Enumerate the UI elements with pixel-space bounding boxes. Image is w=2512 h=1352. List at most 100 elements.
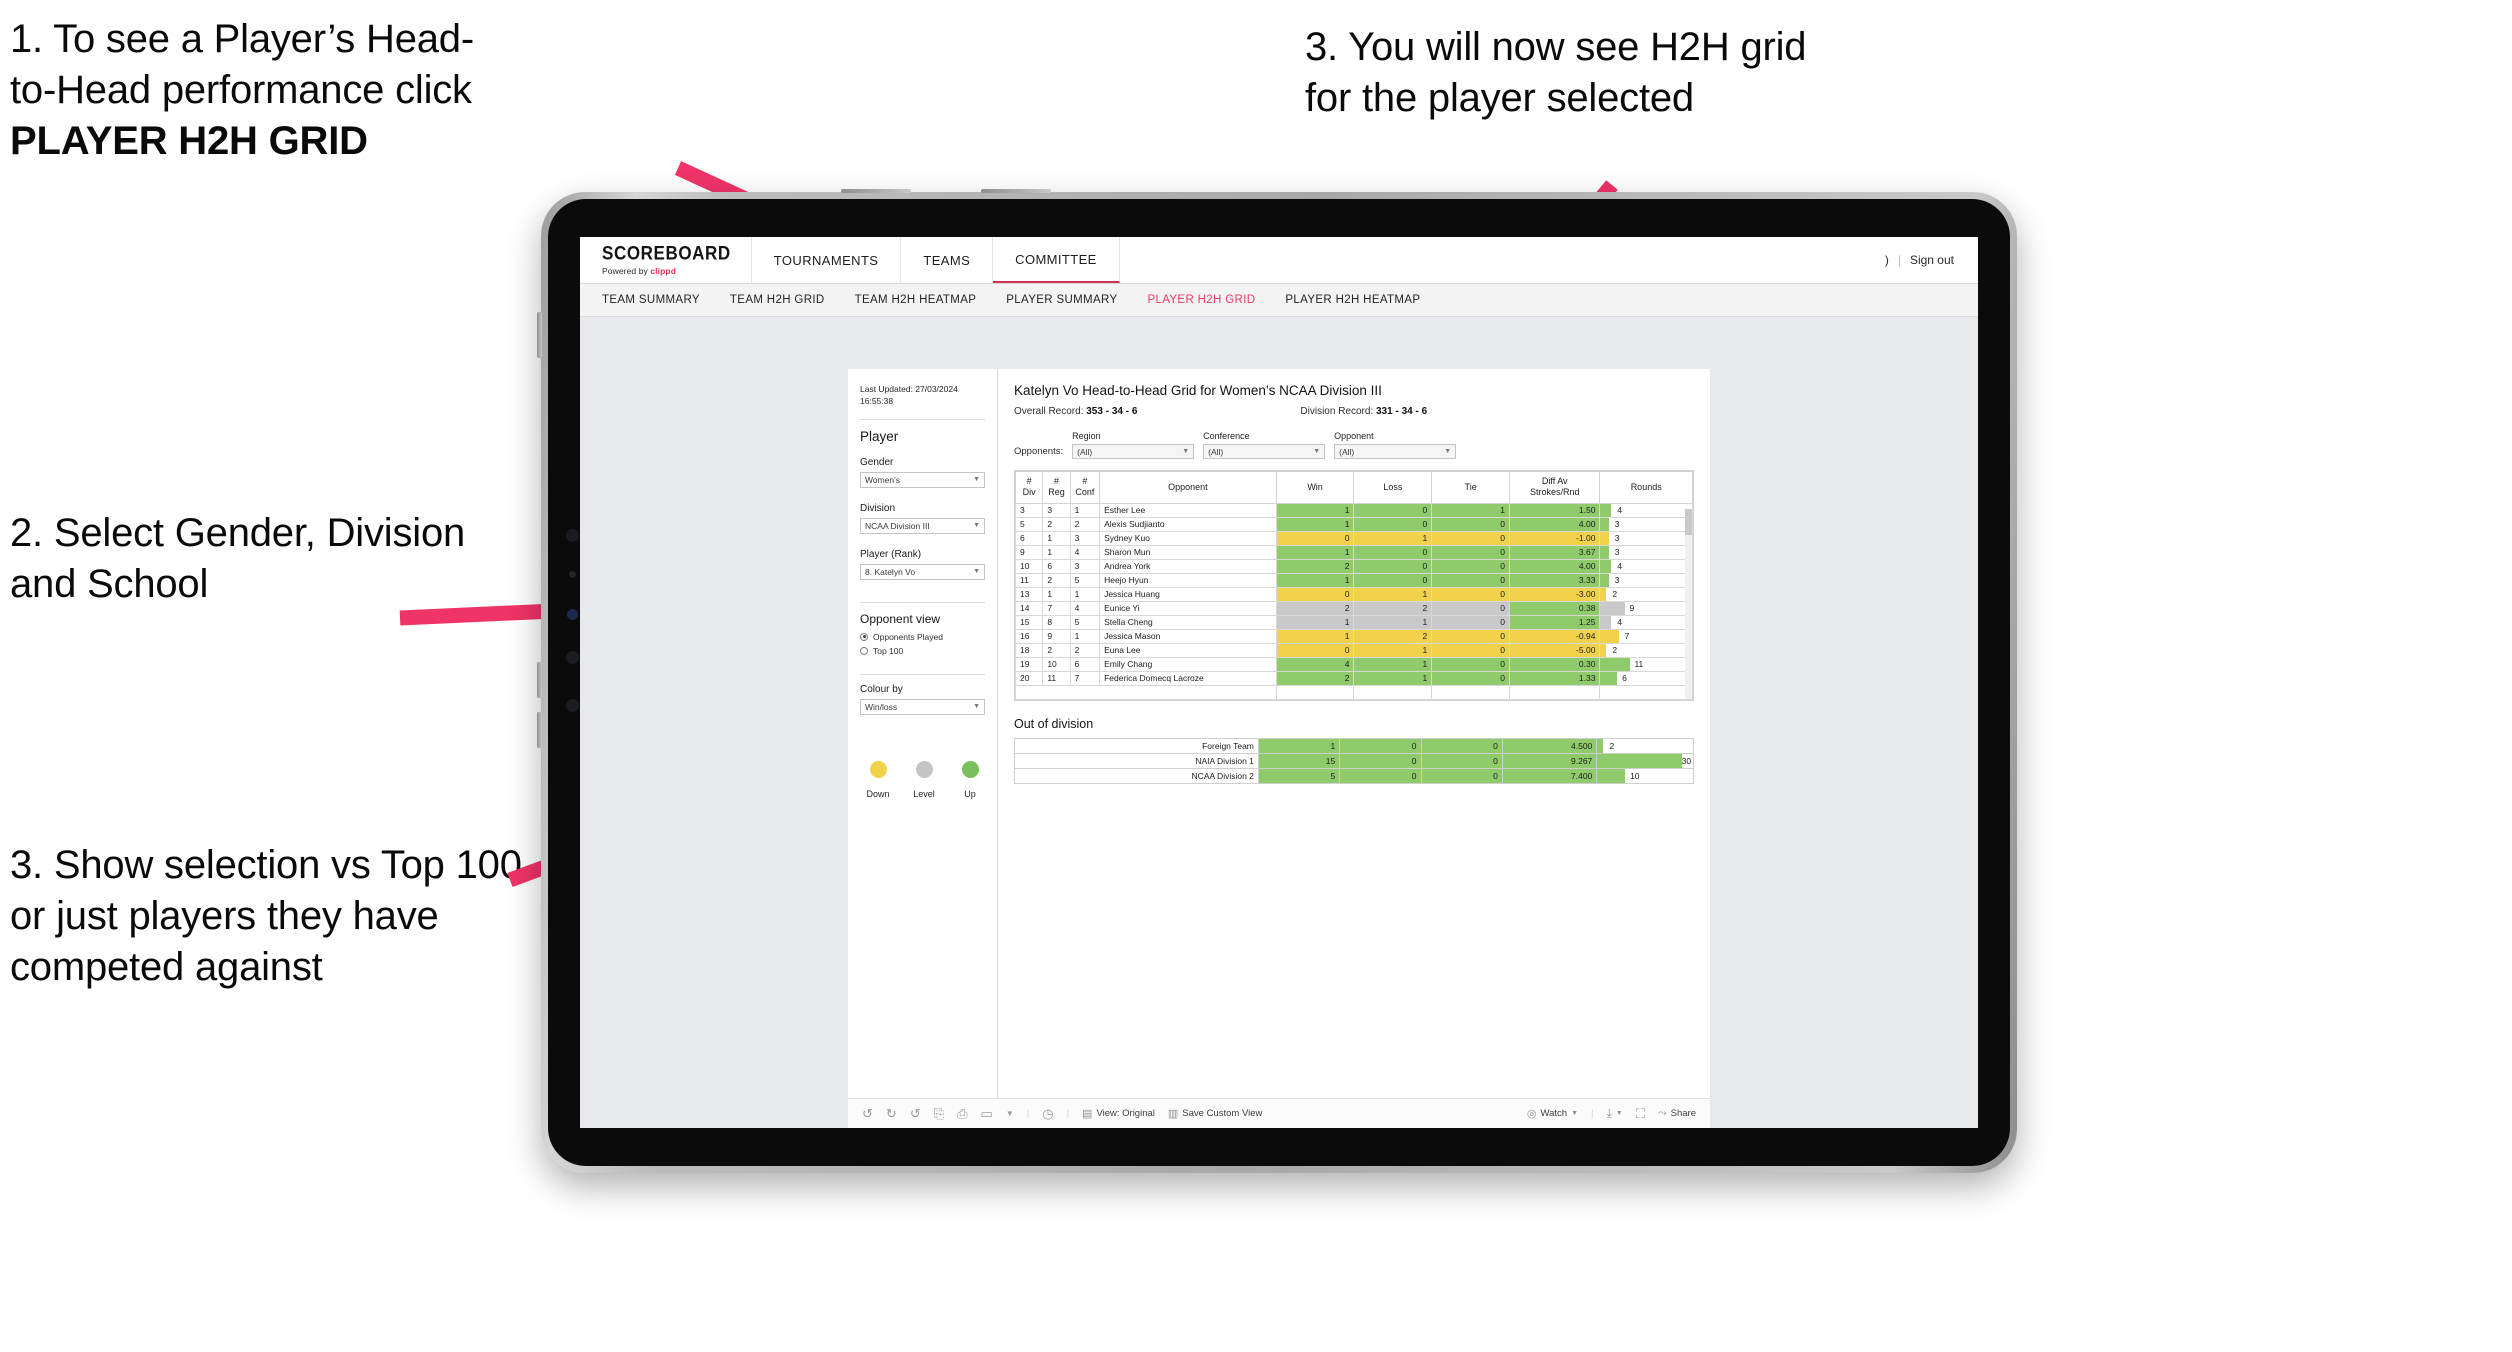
radio-opponents-played[interactable]: Opponents Played [860,632,985,642]
viz-toolbar: ↺ ↻ ↺ ⎘ ⎙ ▭ ▼ | ◷ | ▤ View: Original ▥ S… [848,1098,1710,1128]
redo-icon[interactable]: ↻ [886,1107,897,1120]
rounds-value: 10 [1630,770,1640,781]
save-custom-view-button[interactable]: ▥ Save Custom View [1168,1107,1263,1120]
cell-tie: 0 [1431,670,1511,686]
annotation-step-1: 1. To see a Player’s Head- to-Head perfo… [10,14,750,168]
table-row[interactable]: 14 7 4 Eunice Yi 2 2 0 0.38 9 [1014,600,1693,616]
table-row[interactable]: 11 2 5 Heejo Hyun 1 0 0 3.33 3 [1014,572,1693,588]
cell-conf: 3 [1069,530,1101,546]
col-reg[interactable]: # Reg [1042,471,1071,504]
cell-opponent: NAIA Division 1 [1014,752,1259,769]
table-row[interactable]: 15 8 5 Stella Cheng 1 1 0 1.25 4 [1014,614,1693,630]
table-row[interactable]: NCAA Division 2 5 0 0 7.400 10 [1014,767,1694,784]
table-row[interactable]: 13 1 1 Jessica Huang 0 1 0 -3.00 2 [1014,586,1693,602]
filler-cell [1509,684,1601,700]
col-div[interactable]: # Div [1014,471,1044,504]
opponent-filter-select[interactable]: (All) ▼ [1334,444,1457,459]
table-row[interactable]: Foreign Team 1 0 0 4.500 2 [1014,737,1694,754]
table-row[interactable]: 18 2 2 Euna Lee 0 1 0 -5.00 2 [1014,642,1693,658]
pause-updates-icon[interactable]: ⎙ [957,1107,967,1120]
refresh-data-icon[interactable]: ⎘ [934,1107,944,1120]
save-view-icon: ▥ [1167,1108,1179,1120]
nav-item-tournaments[interactable]: TOURNAMENTS [752,237,902,283]
history-icon[interactable]: ◷ [1042,1107,1053,1120]
division-select[interactable]: NCAA Division III ▼ [860,517,985,534]
cell-opponent: Stella Cheng [1099,614,1277,630]
tab-player-h2h-grid[interactable]: PLAYER H2H GRID [1147,294,1255,306]
tab-team-h2h-heatmap[interactable]: TEAM H2H HEATMAP [855,294,977,306]
table-row[interactable]: 9 1 4 Sharon Mun 1 0 0 3.67 3 [1014,544,1693,560]
division-record-value: 331 - 34 - 6 [1376,406,1428,417]
table-row[interactable]: 16 9 1 Jessica Mason 1 2 0 -0.94 7 [1014,628,1693,644]
share-button[interactable]: ⤳ Share [1658,1107,1696,1120]
toolbar-divider-1: | [1026,1108,1030,1119]
opponent-filter-value: (All) [1339,446,1355,457]
rounds-bar-fill [1600,560,1612,572]
table-row[interactable]: 3 3 1 Esther Lee 1 0 1 1.50 4 [1014,502,1693,518]
cell-diff: 9.267 [1501,752,1598,769]
cell-loss: 1 [1353,530,1433,546]
radio-icon [860,646,868,655]
region-filter-select[interactable]: (All) ▼ [1072,444,1195,459]
visualization-panel: Last Updated: 27/03/2024 16:55:38 Player… [848,369,1710,1128]
annotation-step-4-line-2: for the player selected [1305,76,1694,121]
col-opponent[interactable]: Opponent [1099,471,1277,504]
undo-icon[interactable]: ↺ [862,1107,873,1120]
col-diff[interactable]: Diff Av Strokes/Rnd [1509,471,1601,504]
grid-scrollbar-thumb[interactable] [1685,509,1692,535]
nav-item-committee[interactable]: COMMITTEE [993,237,1120,283]
conference-filter-select[interactable]: (All) ▼ [1203,444,1326,459]
rounds-bar-cell: 3 [1599,516,1693,532]
account-divider: | [1897,253,1901,267]
cell-div: 9 [1014,544,1044,560]
colour-by-select[interactable]: Win/loss ▼ [860,698,985,715]
rounds-bar-fill [1597,768,1626,783]
rounds-bar-cell: 11 [1599,656,1693,672]
radio-top-100[interactable]: Top 100 [860,646,985,656]
rounds-bar-cell: 4 [1599,614,1693,630]
cell-tie: 0 [1431,558,1511,574]
col-loss[interactable]: Loss [1353,471,1433,504]
table-row[interactable]: 20 11 7 Federica Domecq Lacroze 2 1 0 1.33 6 [1014,670,1693,686]
table-row[interactable]: 19 10 6 Emily Chang 4 1 0 0.30 11 [1014,656,1693,672]
sign-out-button[interactable]: Sign out [1910,253,1954,267]
table-row[interactable]: 10 6 3 Andrea York 2 0 0 4.00 4 [1014,558,1693,574]
tab-team-summary[interactable]: TEAM SUMMARY [602,294,700,306]
annotation-step-1-line-1: 1. To see a Player’s Head- [10,17,474,61]
col-tie[interactable]: Tie [1431,471,1511,504]
tab-team-h2h-grid[interactable]: TEAM H2H GRID [730,294,825,306]
fullscreen-icon[interactable]: ⛶ [1636,1107,1645,1120]
tab-player-summary[interactable]: PLAYER SUMMARY [1006,294,1117,306]
cell-reg: 1 [1042,544,1071,560]
rounds-bar-fill [1600,672,1617,684]
cell-opponent: Sharon Mun [1099,544,1277,560]
table-row[interactable]: 5 2 2 Alexis Sudjianto 1 0 0 4.00 3 [1014,516,1693,532]
table-row[interactable]: NAIA Division 1 15 0 0 9.267 30 [1014,752,1694,769]
table-row[interactable]: 6 1 3 Sydney Kuo 0 1 0 -1.00 3 [1014,530,1693,546]
volume-down-button[interactable] [537,712,542,748]
cell-reg: 2 [1042,642,1071,658]
gender-select[interactable]: Women's ▼ [860,471,985,488]
revert-icon[interactable]: ↺ [910,1107,921,1120]
grid-scrollbar[interactable] [1685,509,1692,699]
cell-win: 4 [1275,656,1355,672]
brand-logo[interactable]: SCOREBOARD Powered by clippd [580,237,752,283]
col-rounds[interactable]: Rounds [1599,471,1693,504]
watch-button[interactable]: ◎ Watch ▼ [1527,1107,1578,1120]
page-title: Katelyn Vo Head-to-Head Grid for Women’s… [1014,383,1382,398]
col-conf[interactable]: # Conf [1069,471,1101,504]
download-button[interactable]: ⤓ ▼ [1606,1106,1622,1121]
nav-item-teams[interactable]: TEAMS [901,237,994,283]
volume-up-button[interactable] [537,662,542,698]
rounds-bar-fill [1600,602,1625,614]
chevron-down-icon: ▼ [1313,448,1321,455]
highlight-icon[interactable]: ▭ [981,1107,993,1120]
player-rank-select[interactable]: 8. Katelyn Vo ▼ [860,563,985,580]
col-win[interactable]: Win [1275,471,1355,504]
view-original-button[interactable]: ▤ View: Original [1082,1107,1155,1120]
opponents-filter-label: Opponents: [1014,446,1064,457]
chevron-down-icon: ▼ [1571,1110,1578,1117]
tab-player-h2h-heatmap[interactable]: PLAYER H2H HEATMAP [1285,294,1420,306]
power-button[interactable] [537,312,542,358]
chevron-down-icon[interactable]: ▼ [1006,1109,1014,1118]
